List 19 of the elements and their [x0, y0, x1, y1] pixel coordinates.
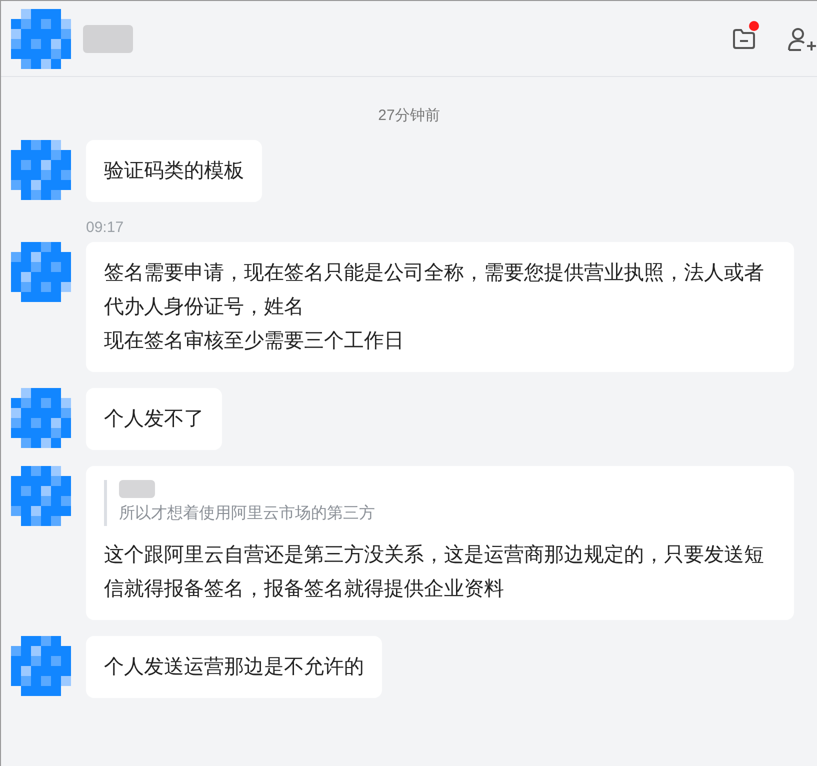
- message-text: 个人发送运营那边是不允许的: [104, 654, 364, 680]
- quoted-text: 所以才想着使用阿里云市场的第三方: [119, 504, 376, 524]
- message-text: 现在签名审核至少需要三个工作日: [104, 328, 405, 354]
- message-time: 09:17: [86, 218, 125, 238]
- avatar-icon: [11, 636, 71, 696]
- avatar-icon: [11, 388, 71, 448]
- avatar-icon: [11, 140, 71, 200]
- blurred-name: [119, 480, 155, 498]
- blurred-name: [83, 24, 133, 52]
- avatar-icon: [11, 466, 71, 526]
- add-user-icon[interactable]: [787, 26, 817, 52]
- message-text: 签名需要申请，现在签名只能是公司全称，需要您提供营业执照，法人或者代办人身份证号，姓名: [104, 260, 765, 320]
- folder-icon[interactable]: [731, 26, 757, 50]
- divider-time: 27分钟前: [378, 106, 440, 126]
- message-text: 这个跟阿里云自营还是第三方没关系，这是运营商那边规定的，只要发送短信就得报备签名，报备签名就得提供企业资料: [104, 542, 765, 602]
- avatar-icon: [11, 8, 71, 68]
- message-text: 个人发不了: [104, 406, 204, 432]
- message-text: 验证码类的模板: [104, 158, 244, 184]
- avatar-icon: [11, 242, 71, 302]
